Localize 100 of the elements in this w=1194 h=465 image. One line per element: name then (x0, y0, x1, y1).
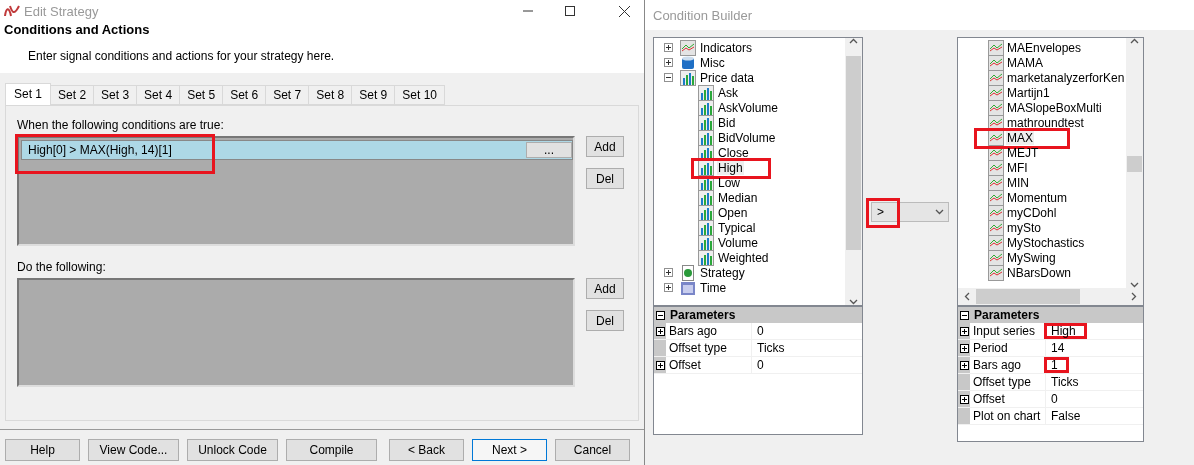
tree-item[interactable]: marketanalyzerforKen (1006, 70, 1126, 85)
tab[interactable]: Set 5 (179, 85, 224, 105)
tree-item[interactable]: Low (717, 175, 741, 190)
category-title: Parameters (973, 308, 1040, 322)
tab[interactable]: Set 4 (136, 85, 181, 105)
property-value[interactable]: 0 (1044, 391, 1069, 407)
operator-dropdown[interactable]: > (871, 202, 949, 222)
tree-item[interactable]: Misc (699, 55, 726, 70)
tree-item[interactable]: mySto (1006, 220, 1042, 235)
list-button[interactable]: Add (586, 278, 624, 299)
scrollbar[interactable] (845, 38, 862, 305)
calendar-icon (680, 279, 696, 296)
scrollbar[interactable] (1126, 38, 1143, 288)
close-icon[interactable] (619, 5, 630, 17)
tree-item[interactable]: MFI (1006, 160, 1029, 175)
property-name: Bars ago (669, 324, 718, 338)
tree-item[interactable]: Martijn1 (1006, 85, 1051, 100)
maximize-icon[interactable] (565, 6, 575, 16)
condition-text: High[0] > MAX(High, 14)[1] (28, 143, 173, 157)
collapse-icon[interactable] (664, 73, 673, 82)
tree-item[interactable]: Close (717, 145, 750, 160)
tab[interactable]: Set 8 (308, 85, 353, 105)
condition-row[interactable]: High[0] > MAX(High, 14)[1] ... (21, 140, 573, 160)
line-chart-icon (988, 204, 1004, 221)
category-title: Parameters (669, 308, 736, 322)
line-chart-icon (680, 39, 696, 56)
expand-icon[interactable] (664, 43, 673, 52)
tab[interactable]: Set 2 (50, 85, 95, 105)
bar-chart-icon (698, 84, 714, 101)
dialog-button[interactable]: Cancel (555, 439, 630, 461)
tree-item[interactable]: MyStochastics (1006, 235, 1086, 250)
collapse-icon[interactable] (655, 310, 665, 320)
tree-item[interactable]: myCDohl (1006, 205, 1058, 220)
tree-item[interactable]: MAEnvelopes (1006, 40, 1083, 55)
scroll-down-icon[interactable] (849, 299, 858, 305)
property-value[interactable]: Ticks (750, 340, 796, 356)
list-button[interactable]: Del (586, 310, 624, 331)
conditions-label: When the following conditions are true: (17, 118, 225, 132)
dialog-button[interactable]: Compile (286, 439, 377, 461)
bar-chart-icon (698, 189, 714, 206)
ellipsis-button[interactable]: ... (526, 142, 572, 158)
tree-item[interactable]: Strategy (699, 265, 746, 280)
scroll-thumb[interactable] (976, 289, 1080, 304)
tree-item[interactable]: NBarsDown (1006, 265, 1073, 280)
tree-item[interactable]: MAMA (1006, 55, 1044, 70)
window-title: Edit Strategy (24, 3, 99, 19)
tree-item[interactable]: Indicators (699, 40, 754, 55)
tree-item[interactable]: AskVolume (717, 100, 780, 115)
scroll-thumb[interactable] (846, 56, 861, 250)
property-value[interactable]: 1 (1044, 357, 1069, 373)
property-value[interactable]: High (1044, 323, 1087, 339)
property-value[interactable]: False (1044, 408, 1092, 424)
expand-icon[interactable] (664, 58, 673, 67)
tree-item[interactable]: Bid (717, 115, 737, 130)
list-button[interactable]: Del (586, 168, 624, 189)
dropdown-icon[interactable] (935, 209, 944, 215)
expand-icon[interactable] (664, 268, 673, 277)
tree-item[interactable]: MySwing (1006, 250, 1057, 265)
dialog-button[interactable]: View Code... (88, 439, 179, 461)
tab[interactable]: Set 7 (265, 85, 310, 105)
tree-item[interactable]: MEJT (1006, 145, 1040, 160)
tree-item[interactable]: MIN (1006, 175, 1030, 190)
dialog-button[interactable]: Next > (472, 439, 547, 461)
dialog-button[interactable]: Unlock Code (187, 439, 278, 461)
dialog-button[interactable]: < Back (389, 439, 464, 461)
tab[interactable]: Set 1 (5, 83, 52, 105)
line-chart-icon (988, 84, 1004, 101)
tree-item[interactable]: Price data (699, 70, 756, 85)
tab[interactable]: Set 10 (394, 85, 445, 105)
tree-item[interactable]: Typical (717, 220, 757, 235)
list-button[interactable]: Add (586, 136, 624, 157)
scroll-thumb[interactable] (1127, 156, 1142, 172)
property-value[interactable]: 14 (1044, 340, 1076, 356)
expand-icon[interactable] (664, 283, 673, 292)
tree-item[interactable]: mathroundtest (1006, 115, 1085, 130)
scroll-right-icon[interactable] (1131, 292, 1137, 301)
scroll-left-icon[interactable] (964, 292, 970, 301)
tree-item[interactable]: Ask (717, 85, 739, 100)
property-value[interactable]: 0 (750, 323, 775, 339)
property-value[interactable]: 0 (750, 357, 775, 373)
tree-item[interactable]: Median (717, 190, 759, 205)
tree-item[interactable]: Volume (717, 235, 760, 250)
line-chart-icon (988, 54, 1004, 71)
tree-item[interactable]: Momentum (1006, 190, 1069, 205)
scrollbar[interactable] (958, 288, 1143, 305)
tree-item[interactable]: MASlopeBoxMulti (1006, 100, 1103, 115)
scroll-up-icon[interactable] (849, 38, 858, 44)
tree-item[interactable]: BidVolume (717, 130, 777, 145)
tab[interactable]: Set 9 (351, 85, 396, 105)
tree-item[interactable]: Time (699, 280, 728, 295)
tab[interactable]: Set 6 (222, 85, 267, 105)
tab[interactable]: Set 3 (93, 85, 138, 105)
property-name: Offset type (973, 375, 1031, 389)
scroll-down-icon[interactable] (1130, 282, 1139, 288)
property-value[interactable]: Ticks (1044, 374, 1090, 390)
tree-item[interactable]: Open (717, 205, 749, 220)
tree-item[interactable]: Weighted (717, 250, 770, 265)
scroll-up-icon[interactable] (1130, 38, 1139, 44)
dialog-button[interactable]: Help (5, 439, 80, 461)
collapse-icon[interactable] (959, 310, 969, 320)
